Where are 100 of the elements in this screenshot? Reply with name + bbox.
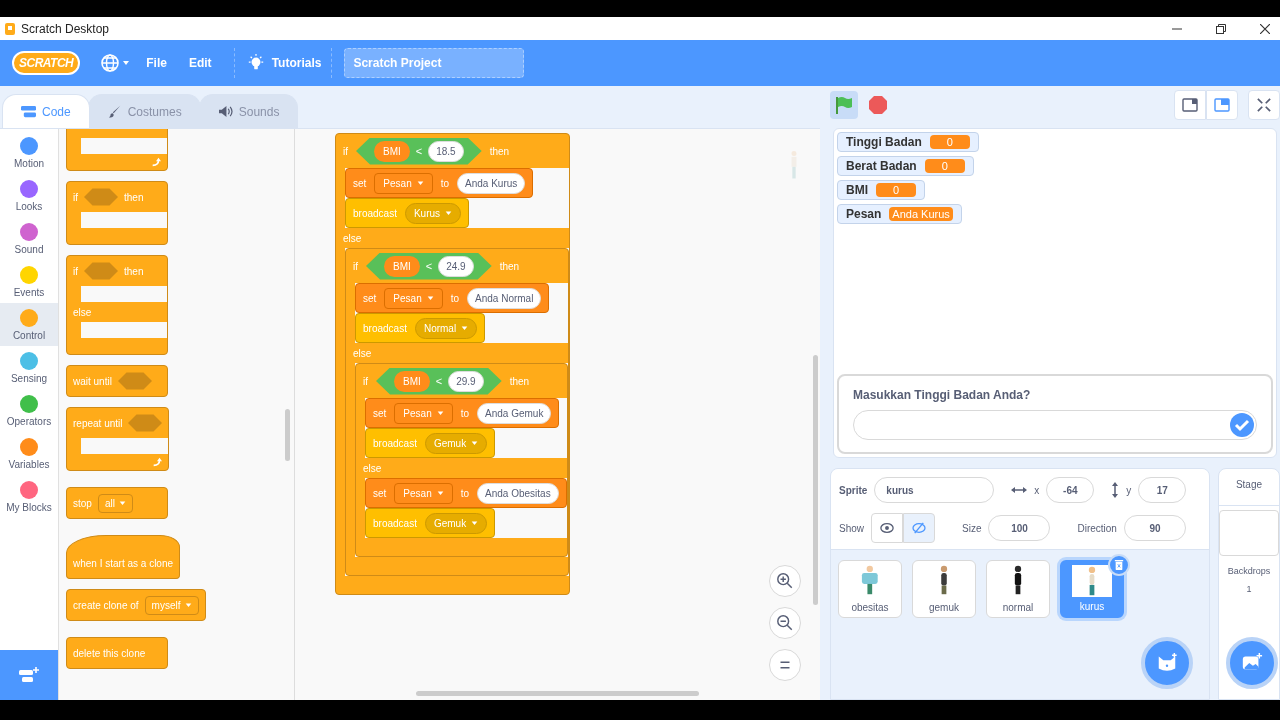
- block-label: else: [363, 462, 382, 474]
- value-field[interactable]: 24.9: [438, 255, 474, 277]
- scrollbar[interactable]: [416, 691, 699, 696]
- monitor-value: 0: [929, 135, 970, 149]
- add-extension-button[interactable]: [0, 650, 58, 700]
- block-label: when I start as a clone: [73, 557, 174, 569]
- broadcast-block[interactable]: broadcast Kurus: [345, 198, 470, 228]
- set-variable-block[interactable]: set Pesan to Anda Gemuk: [365, 398, 560, 428]
- broadcast-block[interactable]: broadcast Normal: [355, 313, 486, 343]
- flag-button[interactable]: [830, 91, 858, 119]
- sprite-tile[interactable]: gemuk: [912, 560, 976, 618]
- dropdown[interactable]: all: [97, 493, 133, 513]
- value-field[interactable]: 29.9: [448, 370, 484, 392]
- sprite-tile[interactable]: obesitas: [838, 560, 902, 618]
- code-block[interactable]: if then else: [66, 255, 168, 355]
- block-label: stop: [73, 497, 92, 509]
- if-else-block[interactable]: if BMI < 29.9 then set Pesan to Anda Gemuk broadcast Gemuk else set Pesan to Anda Obesitas broadcast Gemuk: [355, 363, 568, 557]
- set-variable-block[interactable]: set Pesan to Anda Obesitas: [365, 478, 567, 508]
- dropdown[interactable]: Pesan: [394, 482, 453, 504]
- backdrop-thumbnail[interactable]: [1219, 510, 1279, 556]
- value-field[interactable]: Anda Normal: [467, 287, 542, 309]
- value-field[interactable]: Anda Obesitas: [477, 482, 559, 504]
- sprite-tile[interactable]: normal: [986, 560, 1050, 618]
- sprite-tile[interactable]: kurus: [1060, 560, 1124, 618]
- globe-icon[interactable]: [100, 53, 131, 73]
- scrollbar[interactable]: [813, 355, 818, 605]
- code-block[interactable]: repeat until: [66, 407, 170, 471]
- dropdown[interactable]: Pesan: [384, 287, 443, 309]
- menu-item[interactable]: Edit: [188, 56, 212, 70]
- category-item[interactable]: Control: [0, 303, 58, 346]
- menu-item[interactable]: File: [146, 56, 167, 70]
- zoom-in-button[interactable]: [769, 565, 801, 597]
- condition-slot[interactable]: [117, 371, 152, 391]
- value-field[interactable]: Anda Kurus: [457, 172, 526, 194]
- dropdown[interactable]: Kurus: [404, 202, 462, 224]
- variable-reporter[interactable]: BMI: [374, 140, 410, 162]
- field-label: Show: [839, 522, 864, 534]
- operator-symbol: <: [415, 145, 423, 157]
- code-block[interactable]: wait until: [66, 365, 168, 397]
- sprite-name: gemuk: [929, 602, 959, 613]
- condition-slot[interactable]: [84, 261, 118, 281]
- code-block[interactable]: create clone of myself: [66, 589, 206, 621]
- choose-backdrop-button[interactable]: [1226, 637, 1278, 689]
- value-field[interactable]: Anda Gemuk: [477, 402, 552, 424]
- loop-arrow-icon: [152, 457, 163, 467]
- if-else-block[interactable]: if BMI < 24.9 then set Pesan to Anda Normal broadcast Normal else if BMI < 29.9 then set Pesan to Anda Gemuk broadcast Gemuk else set Pesan to Anda Obesitas broadcast Gemuk: [345, 248, 569, 576]
- choose-sprite-button[interactable]: [1141, 637, 1193, 689]
- set-variable-block[interactable]: set Pesan to Anda Normal: [355, 283, 550, 313]
- caret-icon: [184, 602, 192, 608]
- tab[interactable]: Code: [2, 94, 90, 128]
- field-label: Sprite: [839, 484, 868, 496]
- stage-size-button[interactable]: [1174, 90, 1206, 120]
- check-icon[interactable]: [1230, 413, 1254, 437]
- variable-reporter[interactable]: BMI: [394, 370, 430, 392]
- comparison-block[interactable]: BMI < 18.5: [356, 137, 482, 165]
- logo[interactable]: SCRATCH: [12, 51, 81, 75]
- project-title-field[interactable]: Scratch Project: [344, 48, 525, 78]
- code-block[interactable]: stop all: [66, 487, 168, 519]
- lightbulb-icon[interactable]: [246, 54, 265, 72]
- value-field[interactable]: 18.5: [428, 140, 464, 162]
- reset-zoom-button[interactable]: [769, 649, 801, 681]
- condition-slot[interactable]: [84, 187, 118, 207]
- dropdown[interactable]: Pesan: [394, 402, 453, 424]
- show-button[interactable]: [871, 513, 903, 543]
- dropdown[interactable]: myself: [144, 595, 199, 615]
- restore-icon[interactable]: [1216, 23, 1226, 34]
- code-block[interactable]: when I start as a clone: [66, 535, 181, 579]
- zoom-out-icon: [776, 614, 794, 632]
- fullscreen-button[interactable]: [1248, 90, 1280, 120]
- block-label: then: [499, 260, 520, 272]
- tutorials-menu[interactable]: Tutorials: [271, 56, 322, 70]
- code-block[interactable]: delete this clone: [66, 637, 168, 669]
- close-icon[interactable]: [1260, 23, 1270, 34]
- field-label: Size: [962, 522, 982, 534]
- block-label: else: [343, 232, 362, 244]
- hide-button[interactable]: [903, 513, 935, 543]
- scrollbar[interactable]: [285, 409, 290, 461]
- caret-icon: [445, 210, 453, 216]
- delete-button[interactable]: [1108, 554, 1130, 576]
- dropdown[interactable]: Normal: [414, 317, 478, 339]
- tab[interactable]: Sounds: [198, 94, 299, 128]
- zoom-out-button[interactable]: [769, 607, 801, 639]
- loop-arrow-icon: [151, 157, 161, 167]
- variable-reporter[interactable]: BMI: [384, 255, 420, 277]
- broadcast-block[interactable]: broadcast Gemuk: [365, 508, 496, 538]
- broadcast-block[interactable]: broadcast Gemuk: [365, 428, 496, 458]
- set-variable-block[interactable]: set Pesan to Anda Kurus: [345, 168, 534, 198]
- caret-icon: [471, 440, 479, 446]
- dropdown[interactable]: Pesan: [374, 172, 433, 194]
- dropdown[interactable]: Gemuk: [424, 512, 488, 534]
- if-else-block[interactable]: [335, 133, 570, 595]
- comparison-block[interactable]: BMI < 29.9: [376, 367, 502, 395]
- tab[interactable]: Costumes: [87, 94, 201, 128]
- condition-slot[interactable]: [128, 413, 163, 433]
- stage-size-button[interactable]: [1206, 90, 1238, 120]
- stop-icon[interactable]: [868, 95, 888, 115]
- comparison-block[interactable]: BMI < 24.9: [366, 252, 492, 280]
- code-block[interactable]: if then: [66, 181, 168, 245]
- dropdown[interactable]: Gemuk: [424, 432, 488, 454]
- block-label: if: [363, 375, 368, 387]
